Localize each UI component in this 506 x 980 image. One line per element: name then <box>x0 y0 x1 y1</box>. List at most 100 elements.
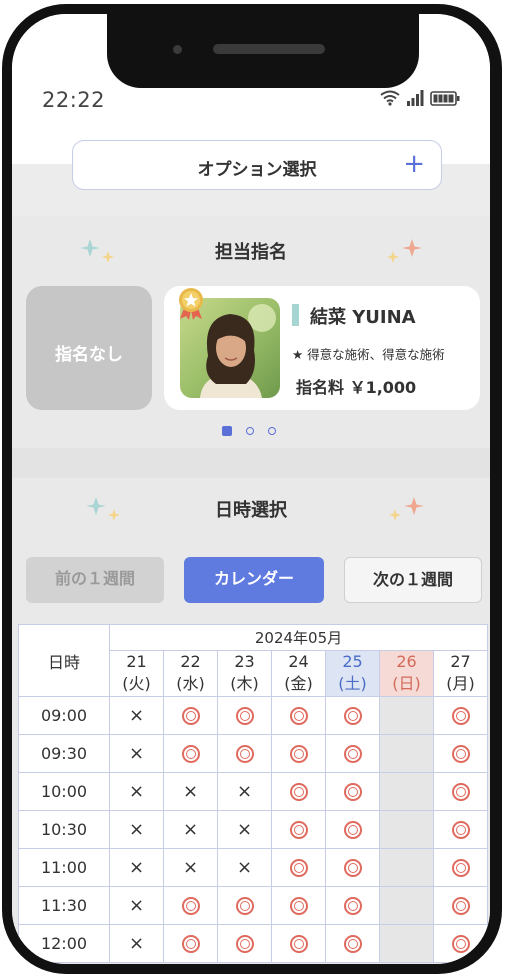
staff-fee: 指名料 ￥1,000 <box>296 378 417 397</box>
sparkle-icon <box>86 497 120 521</box>
month-header: 2024年05月 <box>109 624 488 651</box>
time-label: 11:00 <box>18 848 110 887</box>
available-slot[interactable] <box>325 848 380 887</box>
day-number: 23 <box>234 652 255 672</box>
calendar-button[interactable]: カレンダー <box>184 557 324 603</box>
status-time: 22:22 <box>42 88 106 112</box>
closed-slot <box>379 696 434 735</box>
available-slot[interactable] <box>217 886 272 925</box>
day-of-week: (木) <box>230 674 259 694</box>
day-of-week: (日) <box>392 674 421 694</box>
pager-dot[interactable] <box>246 427 254 435</box>
day-of-week: (月) <box>446 674 475 694</box>
available-slot[interactable] <box>163 886 218 925</box>
unavailable-slot: × <box>109 696 164 735</box>
phone-frame: 22:22 オプション選択 + 担当指名 指名なし 結菜 YUINA ★ 得意な… <box>0 0 506 980</box>
available-circle-icon <box>451 859 470 878</box>
next-week-button[interactable]: 次の１週間 <box>344 557 482 603</box>
time-row: 09:00 × <box>18 696 488 735</box>
day-number: 21 <box>126 652 147 672</box>
staff-name: 結菜 YUINA <box>310 307 416 328</box>
no-pick-label: 指名なし <box>55 345 123 365</box>
available-slot[interactable] <box>163 734 218 773</box>
unavailable-mark: × <box>236 857 253 878</box>
available-slot[interactable] <box>217 734 272 773</box>
available-circle-icon <box>235 707 254 726</box>
available-circle-icon <box>451 783 470 802</box>
unavailable-mark: × <box>182 781 199 802</box>
day-of-week: (土) <box>338 674 367 694</box>
available-circle-icon <box>181 707 200 726</box>
unavailable-mark: × <box>128 933 145 954</box>
pager-dot[interactable] <box>222 426 232 436</box>
available-slot[interactable] <box>433 810 488 849</box>
day-header: 25 (土) <box>325 649 380 698</box>
available-slot[interactable] <box>163 696 218 735</box>
available-slot[interactable] <box>271 848 326 887</box>
day-number: 25 <box>342 652 363 672</box>
closed-slot <box>379 810 434 849</box>
closed-slot <box>379 772 434 811</box>
available-slot[interactable] <box>325 924 380 963</box>
available-slot[interactable] <box>325 696 380 735</box>
screen: 22:22 オプション選択 + 担当指名 指名なし 結菜 YUINA ★ 得意な… <box>12 14 490 964</box>
available-slot[interactable] <box>325 734 380 773</box>
unavailable-slot: × <box>109 886 164 925</box>
speaker-grille <box>213 44 325 54</box>
unavailable-slot: × <box>109 772 164 811</box>
sparkle-icon <box>387 239 422 263</box>
prev-week-button[interactable]: 前の１週間 <box>26 557 164 603</box>
available-slot[interactable] <box>217 696 272 735</box>
available-slot[interactable] <box>433 696 488 735</box>
staff-card[interactable]: 結菜 YUINA ★ 得意な施術、得意な施術 指名料 ￥1,000 <box>164 286 480 410</box>
time-label: 11:30 <box>18 886 110 925</box>
available-slot[interactable] <box>163 924 218 963</box>
available-circle-icon <box>343 935 362 954</box>
option-select-label: オプション選択 <box>197 160 317 180</box>
available-slot[interactable] <box>325 886 380 925</box>
time-label: 09:30 <box>18 734 110 773</box>
unavailable-mark: × <box>128 819 145 840</box>
unavailable-slot: × <box>109 848 164 887</box>
day-header: 22 (水) <box>163 649 218 698</box>
available-circle-icon <box>289 859 308 878</box>
available-slot[interactable] <box>433 924 488 963</box>
available-circle-icon <box>289 783 308 802</box>
day-of-week: (金) <box>284 674 313 694</box>
available-slot[interactable] <box>271 886 326 925</box>
time-row: 09:30 × <box>18 734 488 773</box>
available-slot[interactable] <box>271 810 326 849</box>
signal-icon <box>407 90 424 106</box>
day-header: 23 (木) <box>217 649 272 698</box>
no-pick-card[interactable]: 指名なし <box>26 286 152 410</box>
sparkle-icon <box>389 497 424 521</box>
available-slot[interactable] <box>325 810 380 849</box>
available-circle-icon <box>289 707 308 726</box>
time-row: 10:30 × × × <box>18 810 488 849</box>
time-column-header: 日時 <box>18 624 110 697</box>
time-label: 09:00 <box>18 696 110 735</box>
available-slot[interactable] <box>217 924 272 963</box>
closed-slot <box>379 886 434 925</box>
day-number: 27 <box>450 652 471 672</box>
option-select-button[interactable]: オプション選択 + <box>72 140 442 190</box>
available-slot[interactable] <box>433 848 488 887</box>
available-slot[interactable] <box>433 734 488 773</box>
status-icons <box>380 90 460 106</box>
available-slot[interactable] <box>271 696 326 735</box>
available-slot[interactable] <box>271 772 326 811</box>
time-row: 11:00 × × × <box>18 848 488 887</box>
day-of-week: (水) <box>176 674 205 694</box>
notch <box>107 14 419 88</box>
available-slot[interactable] <box>271 734 326 773</box>
time-label: 10:00 <box>18 772 110 811</box>
available-slot[interactable] <box>433 772 488 811</box>
available-slot[interactable] <box>433 886 488 925</box>
available-slot[interactable] <box>325 772 380 811</box>
available-circle-icon <box>289 897 308 916</box>
available-slot[interactable] <box>271 924 326 963</box>
available-circle-icon <box>181 897 200 916</box>
unavailable-mark: × <box>128 705 145 726</box>
available-circle-icon <box>343 897 362 916</box>
pager-dot[interactable] <box>268 427 276 435</box>
